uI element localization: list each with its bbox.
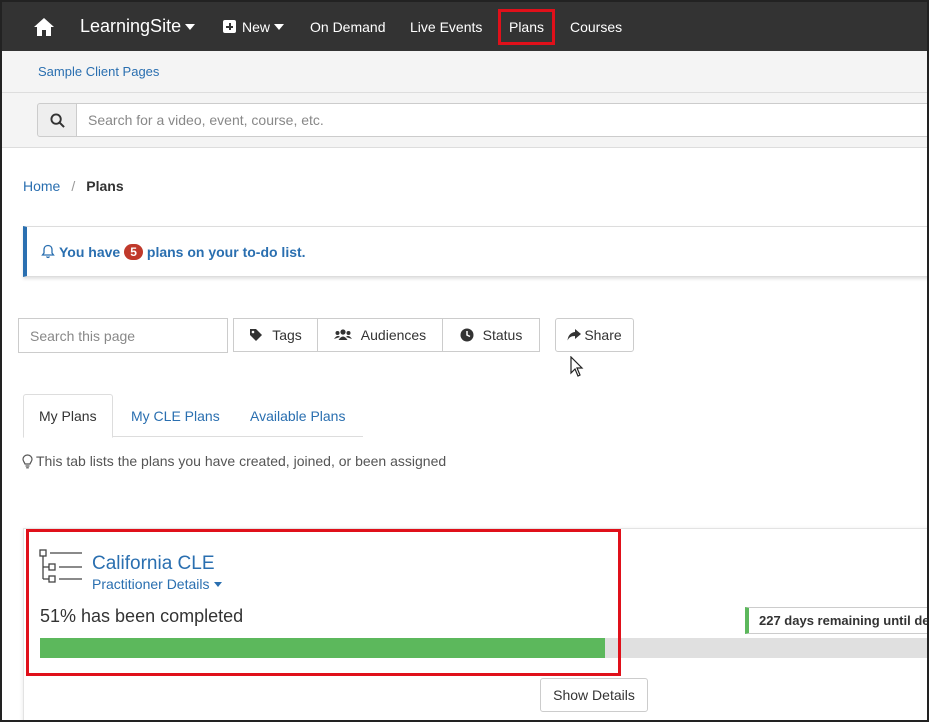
plan-tabs: My Plans My CLE Plans Available Plans — [23, 394, 363, 438]
share-icon — [567, 329, 582, 341]
breadcrumb-current: Plans — [86, 178, 124, 194]
chevron-down-icon — [185, 23, 196, 30]
tab-my-cle-plans[interactable]: My CLE Plans — [116, 394, 235, 437]
tab-hint-text: This tab lists the plans you have create… — [36, 453, 447, 469]
global-search-bar — [2, 93, 927, 148]
tab-my-plans[interactable]: My Plans — [23, 394, 113, 438]
mouse-cursor-icon — [570, 355, 584, 381]
lightbulb-icon — [22, 453, 33, 469]
clock-icon — [460, 328, 474, 342]
sample-client-pages-link[interactable]: Sample Client Pages — [38, 64, 159, 79]
audiences-label: Audiences — [360, 327, 427, 343]
nav-courses[interactable]: Courses — [570, 2, 622, 51]
plus-icon — [223, 20, 236, 33]
progress-text: 51% has been completed — [40, 606, 244, 626]
search-button[interactable] — [37, 103, 77, 137]
tags-filter-button[interactable]: Tags — [233, 318, 318, 352]
new-menu[interactable]: New — [223, 2, 285, 51]
progress-bar — [40, 638, 927, 658]
tags-label: Tags — [272, 327, 302, 343]
practitioner-details-toggle[interactable]: Practitioner Details — [92, 576, 222, 592]
bell-icon — [41, 244, 55, 259]
users-icon — [333, 328, 352, 342]
breadcrumb-separator: / — [71, 178, 76, 194]
chevron-down-icon — [274, 23, 285, 30]
status-label: Status — [482, 327, 523, 343]
new-label: New — [242, 18, 271, 35]
share-button[interactable]: Share — [555, 318, 634, 352]
tag-icon — [249, 328, 263, 342]
audiences-filter-button[interactable]: Audiences — [317, 318, 443, 352]
app-window: LearningSite New On Demand Live Events P… — [0, 0, 929, 722]
home-icon[interactable] — [33, 2, 55, 51]
top-navbar: LearningSite New On Demand Live Events P… — [2, 2, 927, 51]
sub-header: Sample Client Pages — [2, 51, 927, 93]
nav-on-demand[interactable]: On Demand — [310, 2, 385, 51]
brand-label: LearningSite — [80, 16, 182, 36]
plan-subtitle: Practitioner Details — [92, 576, 210, 592]
alert-suffix: plans on your to-do list. — [146, 243, 306, 260]
alert-prefix: You have — [59, 243, 121, 260]
page-search-input[interactable] — [18, 318, 228, 353]
show-details-button[interactable]: Show Details — [540, 678, 648, 712]
nav-live-events[interactable]: Live Events — [410, 2, 482, 51]
tab-available-plans[interactable]: Available Plans — [235, 394, 360, 437]
todo-alert[interactable]: You have 5 plans on your to-do list. — [23, 226, 927, 277]
nav-plans[interactable]: Plans — [498, 9, 555, 45]
plan-title[interactable]: California CLE — [92, 553, 215, 575]
status-filter-button[interactable]: Status — [442, 318, 540, 352]
tab-hint: This tab lists the plans you have create… — [22, 453, 446, 469]
global-search-input[interactable] — [76, 103, 927, 137]
search-icon — [49, 112, 65, 128]
days-remaining-badge: 227 days remaining until de — [745, 607, 927, 634]
share-label: Share — [584, 327, 622, 343]
breadcrumb: Home / Plans — [23, 178, 124, 194]
progress-bar-fill — [40, 638, 605, 658]
chevron-down-icon — [213, 581, 222, 587]
brand-menu[interactable]: LearningSite — [80, 2, 196, 51]
breadcrumb-home[interactable]: Home — [23, 178, 60, 194]
todo-count-badge: 5 — [124, 243, 143, 260]
plan-tree-icon — [38, 548, 84, 589]
